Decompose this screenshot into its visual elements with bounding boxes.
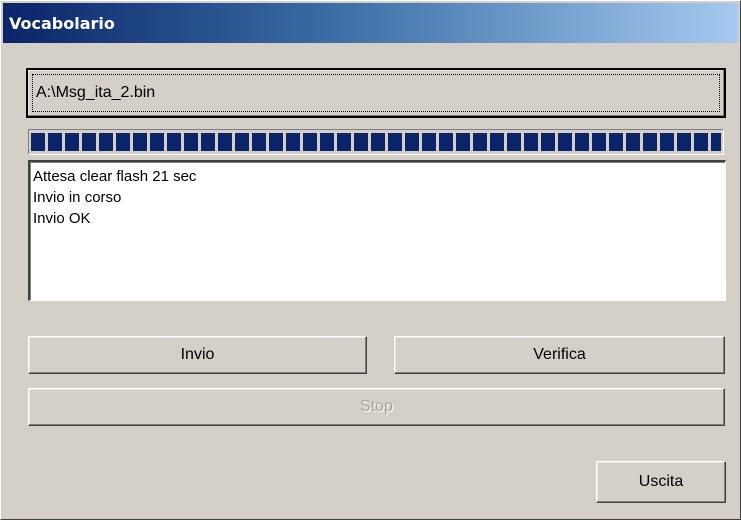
progress-fill bbox=[31, 133, 721, 151]
log-line: Invio OK bbox=[33, 210, 91, 227]
file-path-label: A:\Msg_ita_2.bin bbox=[36, 84, 156, 101]
invio-button[interactable]: Invio bbox=[28, 336, 367, 374]
uscita-button[interactable]: Uscita bbox=[596, 461, 726, 503]
vocabolario-dialog: Vocabolario A:\Msg_ita_2.bin Attesa clea… bbox=[0, 0, 741, 520]
window-title: Vocabolario bbox=[9, 13, 115, 33]
log-listbox[interactable]: Attesa clear flash 21 sec Invio in corso… bbox=[28, 160, 726, 301]
verifica-button[interactable]: Verifica bbox=[394, 336, 725, 374]
file-select-button[interactable]: A:\Msg_ita_2.bin bbox=[26, 68, 726, 118]
stop-button[interactable]: Stop bbox=[28, 388, 725, 426]
progress-bar bbox=[28, 129, 724, 155]
title-bar[interactable]: Vocabolario bbox=[3, 3, 738, 43]
log-line: Invio in corso bbox=[33, 189, 122, 206]
log-line: Attesa clear flash 21 sec bbox=[33, 168, 197, 185]
